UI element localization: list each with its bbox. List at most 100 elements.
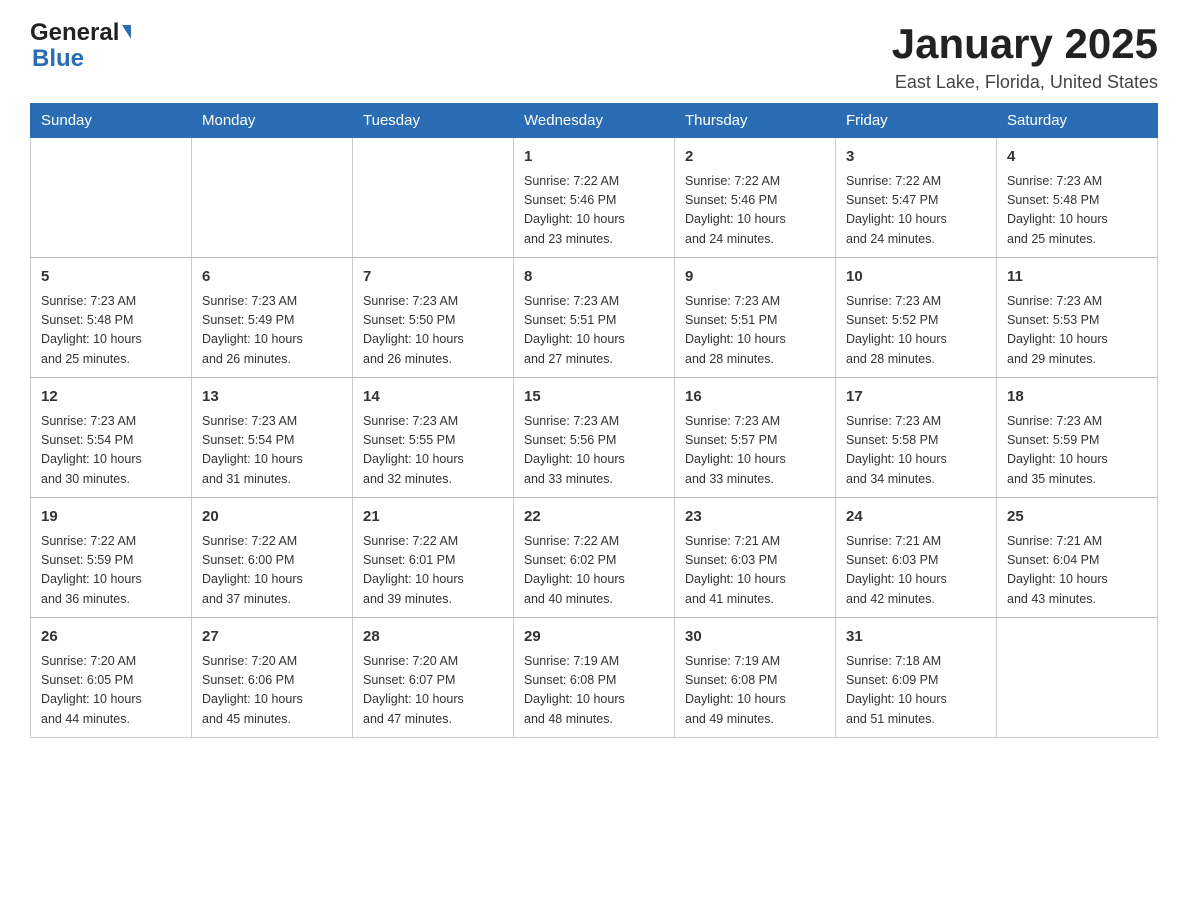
- calendar-cell: 25Sunrise: 7:21 AM Sunset: 6:04 PM Dayli…: [997, 498, 1158, 618]
- day-number: 14: [363, 386, 503, 409]
- day-info: Sunrise: 7:23 AM Sunset: 5:54 PM Dayligh…: [202, 412, 342, 490]
- weekday-header-thursday: Thursday: [675, 104, 836, 138]
- weekday-header-row: SundayMondayTuesdayWednesdayThursdayFrid…: [31, 104, 1158, 138]
- calendar-cell: [353, 138, 514, 258]
- day-info: Sunrise: 7:19 AM Sunset: 6:08 PM Dayligh…: [524, 652, 664, 730]
- day-number: 17: [846, 386, 986, 409]
- day-info: Sunrise: 7:22 AM Sunset: 6:02 PM Dayligh…: [524, 532, 664, 610]
- calendar-cell: 23Sunrise: 7:21 AM Sunset: 6:03 PM Dayli…: [675, 498, 836, 618]
- day-number: 30: [685, 626, 825, 649]
- calendar-week-4: 19 Sunrise: 7:22 AM Sunset: 5:59 PM Dayli…: [31, 498, 1158, 618]
- calendar-cell: 18Sunrise: 7:23 AM Sunset: 5:59 PM Dayli…: [997, 378, 1158, 498]
- calendar-header: SundayMondayTuesdayWednesdayThursdayFrid…: [31, 104, 1158, 138]
- calendar-cell: 24 Sunrise: 7:21 AM Sunset: 6:03 PM Dayli…: [836, 498, 997, 618]
- calendar-cell: [192, 138, 353, 258]
- day-number: 24: [846, 506, 986, 529]
- day-info: Sunrise: 7:23 AM Sunset: 5:51 PM Dayligh…: [524, 292, 664, 370]
- calendar-cell: 4 Sunrise: 7:23 AM Sunset: 5:48 PM Daylig…: [997, 138, 1158, 258]
- calendar-cell: 31Sunrise: 7:18 AM Sunset: 6:09 PM Dayli…: [836, 618, 997, 738]
- day-number: 15: [524, 386, 664, 409]
- day-number: 20: [202, 506, 342, 529]
- day-info: Sunrise: 7:23 AM Sunset: 5:50 PM Dayligh…: [363, 292, 503, 370]
- day-info: Sunrise: 7:23 AM Sunset: 5:56 PM Dayligh…: [524, 412, 664, 490]
- calendar-cell: 1 Sunrise: 7:22 AM Sunset: 5:46 PM Daylig…: [514, 138, 675, 258]
- day-number: 19: [41, 506, 181, 529]
- day-number: 1: [524, 146, 664, 169]
- day-number: 22: [524, 506, 664, 529]
- day-info: Sunrise: 7:19 AM Sunset: 6:08 PM Dayligh…: [685, 652, 825, 730]
- title-block: January 2025 East Lake, Florida, United …: [892, 20, 1158, 93]
- weekday-header-sunday: Sunday: [31, 104, 192, 138]
- day-info: Sunrise: 7:22 AM Sunset: 6:00 PM Dayligh…: [202, 532, 342, 610]
- calendar-cell: [997, 618, 1158, 738]
- calendar-cell: 29Sunrise: 7:19 AM Sunset: 6:08 PM Dayli…: [514, 618, 675, 738]
- day-number: 4: [1007, 146, 1147, 169]
- day-number: 5: [41, 266, 181, 289]
- location-text: East Lake, Florida, United States: [892, 72, 1158, 93]
- calendar-week-2: 5Sunrise: 7:23 AM Sunset: 5:48 PM Daylig…: [31, 258, 1158, 378]
- calendar-cell: 7 Sunrise: 7:23 AM Sunset: 5:50 PM Daylig…: [353, 258, 514, 378]
- calendar-table: SundayMondayTuesdayWednesdayThursdayFrid…: [30, 103, 1158, 738]
- day-info: Sunrise: 7:22 AM Sunset: 5:46 PM Dayligh…: [685, 172, 825, 250]
- weekday-header-wednesday: Wednesday: [514, 104, 675, 138]
- calendar-cell: 2 Sunrise: 7:22 AM Sunset: 5:46 PM Daylig…: [675, 138, 836, 258]
- day-number: 11: [1007, 266, 1147, 289]
- day-info: Sunrise: 7:23 AM Sunset: 5:49 PM Dayligh…: [202, 292, 342, 370]
- day-info: Sunrise: 7:23 AM Sunset: 5:48 PM Dayligh…: [1007, 172, 1147, 250]
- page-header: General Blue January 2025 East Lake, Flo…: [30, 20, 1158, 93]
- calendar-cell: 3Sunrise: 7:22 AM Sunset: 5:47 PM Daylig…: [836, 138, 997, 258]
- day-info: Sunrise: 7:23 AM Sunset: 5:52 PM Dayligh…: [846, 292, 986, 370]
- day-info: Sunrise: 7:22 AM Sunset: 5:46 PM Dayligh…: [524, 172, 664, 250]
- logo: General Blue: [30, 20, 131, 73]
- day-info: Sunrise: 7:23 AM Sunset: 5:54 PM Dayligh…: [41, 412, 181, 490]
- day-info: Sunrise: 7:23 AM Sunset: 5:51 PM Dayligh…: [685, 292, 825, 370]
- weekday-header-friday: Friday: [836, 104, 997, 138]
- calendar-cell: 15 Sunrise: 7:23 AM Sunset: 5:56 PM Dayli…: [514, 378, 675, 498]
- calendar-cell: 30 Sunrise: 7:19 AM Sunset: 6:08 PM Dayli…: [675, 618, 836, 738]
- day-info: Sunrise: 7:23 AM Sunset: 5:55 PM Dayligh…: [363, 412, 503, 490]
- day-number: 6: [202, 266, 342, 289]
- day-number: 26: [41, 626, 181, 649]
- day-number: 27: [202, 626, 342, 649]
- logo-blue-text: Blue: [32, 45, 84, 72]
- calendar-cell: 6 Sunrise: 7:23 AM Sunset: 5:49 PM Daylig…: [192, 258, 353, 378]
- day-info: Sunrise: 7:21 AM Sunset: 6:04 PM Dayligh…: [1007, 532, 1147, 610]
- calendar-cell: 10Sunrise: 7:23 AM Sunset: 5:52 PM Dayli…: [836, 258, 997, 378]
- day-info: Sunrise: 7:21 AM Sunset: 6:03 PM Dayligh…: [846, 532, 986, 610]
- day-number: 2: [685, 146, 825, 169]
- calendar-cell: 5Sunrise: 7:23 AM Sunset: 5:48 PM Daylig…: [31, 258, 192, 378]
- calendar-cell: 22 Sunrise: 7:22 AM Sunset: 6:02 PM Dayli…: [514, 498, 675, 618]
- day-info: Sunrise: 7:23 AM Sunset: 5:58 PM Dayligh…: [846, 412, 986, 490]
- day-info: Sunrise: 7:20 AM Sunset: 6:07 PM Dayligh…: [363, 652, 503, 730]
- calendar-body: 1 Sunrise: 7:22 AM Sunset: 5:46 PM Daylig…: [31, 138, 1158, 738]
- logo-general-text: General: [30, 20, 119, 46]
- day-info: Sunrise: 7:22 AM Sunset: 6:01 PM Dayligh…: [363, 532, 503, 610]
- logo-top-row: General: [30, 20, 131, 46]
- day-info: Sunrise: 7:23 AM Sunset: 5:57 PM Dayligh…: [685, 412, 825, 490]
- month-title: January 2025: [892, 20, 1158, 68]
- calendar-cell: [31, 138, 192, 258]
- calendar-cell: 26 Sunrise: 7:20 AM Sunset: 6:05 PM Dayli…: [31, 618, 192, 738]
- day-info: Sunrise: 7:20 AM Sunset: 6:06 PM Dayligh…: [202, 652, 342, 730]
- day-info: Sunrise: 7:23 AM Sunset: 5:53 PM Dayligh…: [1007, 292, 1147, 370]
- day-number: 9: [685, 266, 825, 289]
- logo-bottom-row: Blue: [30, 46, 131, 72]
- day-info: Sunrise: 7:22 AM Sunset: 5:47 PM Dayligh…: [846, 172, 986, 250]
- day-number: 28: [363, 626, 503, 649]
- calendar-cell: 14 Sunrise: 7:23 AM Sunset: 5:55 PM Dayli…: [353, 378, 514, 498]
- day-number: 21: [363, 506, 503, 529]
- logo-triangle-icon: [122, 25, 131, 39]
- weekday-header-tuesday: Tuesday: [353, 104, 514, 138]
- weekday-header-saturday: Saturday: [997, 104, 1158, 138]
- day-info: Sunrise: 7:23 AM Sunset: 5:59 PM Dayligh…: [1007, 412, 1147, 490]
- day-number: 8: [524, 266, 664, 289]
- day-info: Sunrise: 7:22 AM Sunset: 5:59 PM Dayligh…: [41, 532, 181, 610]
- day-info: Sunrise: 7:21 AM Sunset: 6:03 PM Dayligh…: [685, 532, 825, 610]
- day-number: 7: [363, 266, 503, 289]
- calendar-cell: 20 Sunrise: 7:22 AM Sunset: 6:00 PM Dayli…: [192, 498, 353, 618]
- calendar-cell: 16Sunrise: 7:23 AM Sunset: 5:57 PM Dayli…: [675, 378, 836, 498]
- day-number: 12: [41, 386, 181, 409]
- calendar-cell: 17 Sunrise: 7:23 AM Sunset: 5:58 PM Dayli…: [836, 378, 997, 498]
- day-info: Sunrise: 7:20 AM Sunset: 6:05 PM Dayligh…: [41, 652, 181, 730]
- calendar-cell: 13Sunrise: 7:23 AM Sunset: 5:54 PM Dayli…: [192, 378, 353, 498]
